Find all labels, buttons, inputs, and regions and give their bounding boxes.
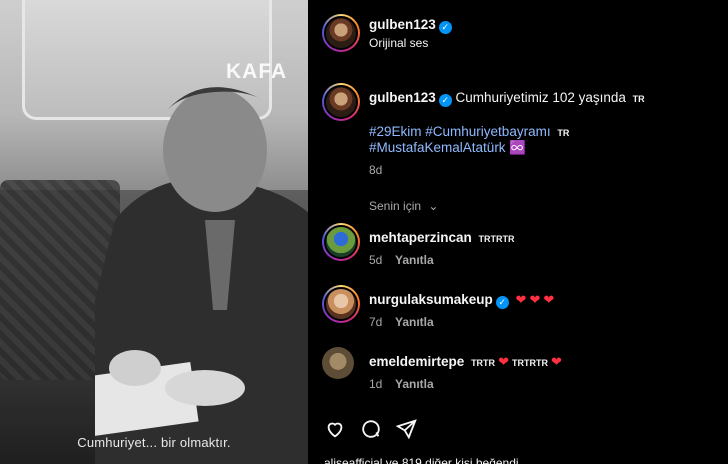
heart-emoji-icon: ❤ (529, 292, 541, 307)
infinity-emoji: ♾️ (509, 140, 527, 155)
header-username-row[interactable]: gulben123 ✓ (369, 17, 452, 34)
comment-avatar[interactable] (322, 285, 360, 323)
post-side-panel: gulben123 ✓ Orijinal ses gulben123 ✓ Cumhu… (308, 0, 728, 464)
post-actions-bar (324, 418, 418, 440)
media-watermark: KAFA (226, 60, 288, 83)
share-icon[interactable] (396, 418, 418, 440)
lang-tag: TR (632, 94, 645, 104)
comment-avatar[interactable] (322, 223, 360, 261)
comment-text-part: TRTRTR (511, 358, 548, 368)
comment-text: TRTRTR (478, 234, 515, 244)
comment-row: emeldemirtepe TRTR ❤ TRTRTR ❤ (369, 354, 562, 370)
heart-emoji-icon: ❤ (550, 354, 562, 369)
comment-sort-label: Senin için (369, 199, 422, 213)
hashtags-line-2: #MustafaKemalAtatürk ♾️ (369, 140, 526, 156)
hashtags-line-1: #29Ekim #Cumhuriyetbayramı TR (369, 124, 569, 139)
heart-emoji-icon: ❤ (543, 292, 555, 307)
heart-emoji-icon: ❤ (498, 354, 509, 369)
chevron-down-icon: ⌄ (428, 199, 439, 213)
liked-by-text[interactable]: aliseafficial ve 819 diğer kişi beğendi (324, 456, 519, 464)
comment-avatar[interactable] (322, 347, 354, 379)
lang-tag: TR (557, 128, 570, 138)
comment-icon[interactable] (360, 418, 382, 440)
comment-age: 5d (369, 253, 383, 267)
header-avatar[interactable] (322, 14, 360, 52)
header-audio-label[interactable]: Orijinal ses (369, 36, 428, 50)
verified-badge-icon: ✓ (438, 21, 452, 34)
comment-sort-dropdown[interactable]: Senin için ⌄ (369, 199, 438, 213)
post-author-avatar[interactable] (322, 83, 360, 121)
comment-username[interactable]: emeldemirtepe (369, 354, 464, 369)
comment-text-part: TRTR (471, 358, 496, 368)
reply-button[interactable]: Yanıtla (395, 377, 434, 391)
post-age: 8d (369, 163, 383, 177)
post-caption-text: Cumhuriyetimiz 102 yaşında (455, 90, 626, 105)
heart-emoji-icon: ❤ (515, 292, 527, 307)
media-figure (95, 87, 308, 464)
reply-button[interactable]: Yanıtla (395, 315, 434, 329)
comment-age: 1d (369, 377, 383, 391)
verified-badge-icon: ✓ (438, 94, 452, 107)
comment-row: mehtaperzincan TRTRTR (369, 230, 515, 245)
post-author-username[interactable]: gulben123 (369, 90, 436, 105)
reply-button[interactable]: Yanıtla (395, 253, 434, 267)
post-caption-line: gulben123 ✓ Cumhuriyetimiz 102 yaşında TR (369, 90, 645, 107)
comment-age: 7d (369, 315, 383, 329)
verified-badge-icon: ✓ (495, 296, 509, 309)
comment-row: nurgulaksumakeup ✓ ❤ ❤ ❤ (369, 292, 554, 309)
header-username[interactable]: gulben123 (369, 17, 436, 32)
comment-username[interactable]: nurgulaksumakeup (369, 292, 493, 307)
hashtag-link[interactable]: #MustafaKemalAtatürk (369, 140, 506, 155)
media-caption: Cumhuriyet... bir olmaktır. (77, 435, 231, 450)
comment-username[interactable]: mehtaperzincan (369, 230, 472, 245)
instagram-post-view: KAFA Cumhuriyet... bir olmaktır. gulben1… (0, 0, 728, 464)
hashtag-links[interactable]: #29Ekim #Cumhuriyetbayramı (369, 124, 551, 139)
heart-icon[interactable] (324, 418, 346, 440)
post-media[interactable]: KAFA Cumhuriyet... bir olmaktır. (0, 0, 308, 464)
